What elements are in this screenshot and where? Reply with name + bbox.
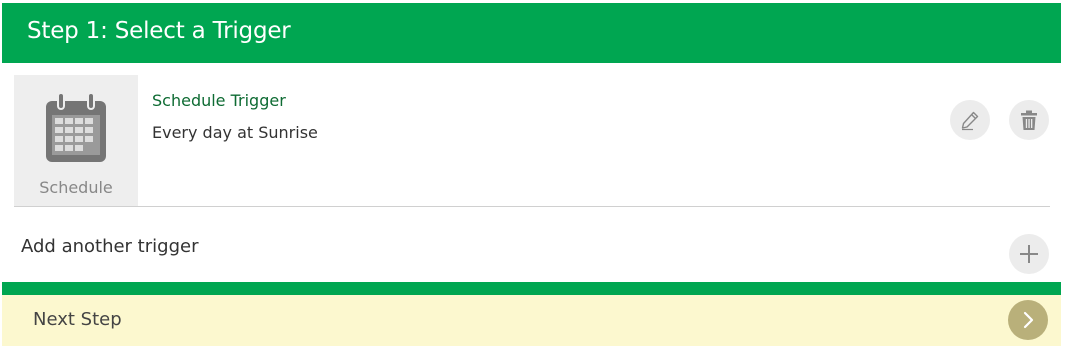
trigger-step-panel: Step 1: Select a Trigger Schedule Schedu… [2, 3, 1061, 349]
trash-icon [1021, 110, 1037, 130]
step-header: Step 1: Select a Trigger [2, 3, 1061, 63]
add-trigger-row[interactable]: Add another trigger [14, 207, 1050, 279]
plus-icon [1020, 245, 1038, 263]
edit-trigger-button[interactable] [950, 100, 990, 140]
trigger-type-tile: Schedule [14, 75, 138, 206]
chevron-right-icon [1023, 311, 1034, 329]
next-step-label: Next Step [33, 309, 122, 330]
add-trigger-button[interactable] [1009, 234, 1049, 274]
trigger-card: Schedule Schedule Trigger Every day at S… [14, 75, 1050, 207]
add-trigger-label: Add another trigger [21, 236, 199, 257]
calendar-icon [46, 92, 106, 162]
trigger-type-label: Schedule [39, 178, 113, 197]
section-divider [2, 282, 1061, 295]
next-step-button[interactable]: Next Step [2, 295, 1061, 346]
step-title: Step 1: Select a Trigger [27, 18, 291, 44]
pencil-icon [961, 111, 979, 131]
trigger-description: Every day at Sunrise [152, 123, 318, 142]
trigger-name: Schedule Trigger [152, 91, 286, 110]
next-step-arrow[interactable] [1008, 300, 1048, 340]
delete-trigger-button[interactable] [1009, 100, 1049, 140]
